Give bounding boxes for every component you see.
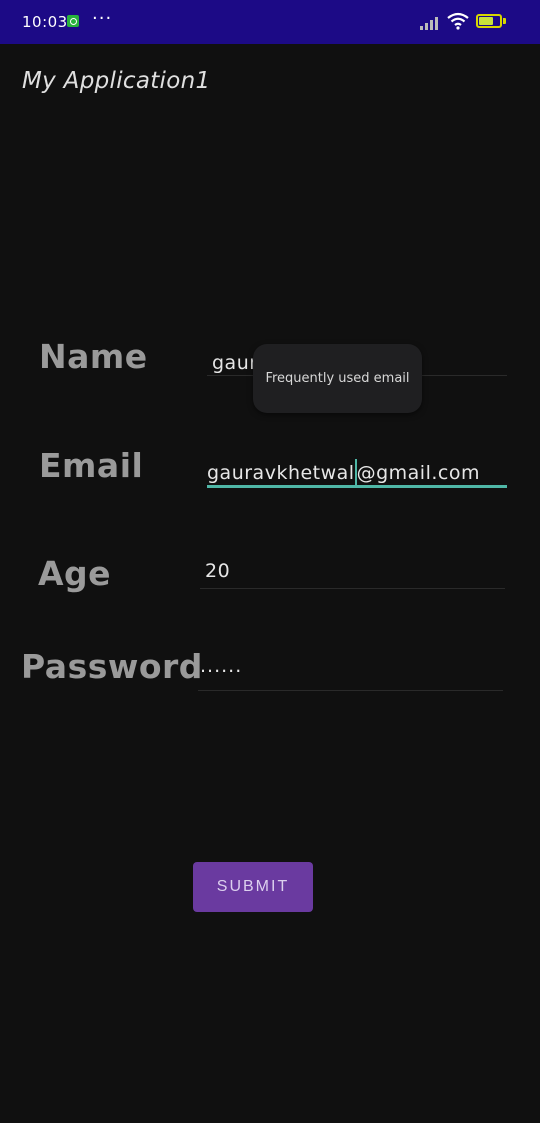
email-label: Email [39, 446, 144, 485]
password-input[interactable]: ...... [200, 655, 242, 677]
battery-icon [476, 14, 506, 30]
signal-icon [420, 14, 442, 30]
password-label: Password [21, 647, 203, 686]
autofill-suggestion-text: Frequently used email [265, 371, 410, 386]
autofill-suggestion-popup[interactable]: Frequently used email [253, 344, 422, 413]
age-input-underline [200, 588, 505, 589]
wifi-icon [447, 12, 469, 30]
app-title: My Application1 [22, 68, 211, 94]
email-input-text-start: gauravkhetwal [207, 462, 355, 484]
password-input-underline [198, 690, 503, 691]
name-input[interactable]: gaur [212, 352, 258, 374]
age-label: Age [38, 554, 112, 593]
more-notifications-icon: ··· [92, 8, 113, 29]
email-input-text-end: @gmail.com [356, 462, 480, 484]
name-label: Name [39, 337, 148, 376]
age-input[interactable]: 20 [205, 560, 230, 582]
status-time: 10:03 [22, 13, 68, 31]
email-input[interactable]: gauravkhetwal @gmail.com [207, 459, 480, 485]
status-bar: 10:03 ··· [0, 0, 540, 44]
whatsapp-notification-icon [67, 15, 79, 27]
submit-button[interactable]: SUBMIT [193, 862, 313, 912]
email-input-underline [207, 485, 507, 488]
